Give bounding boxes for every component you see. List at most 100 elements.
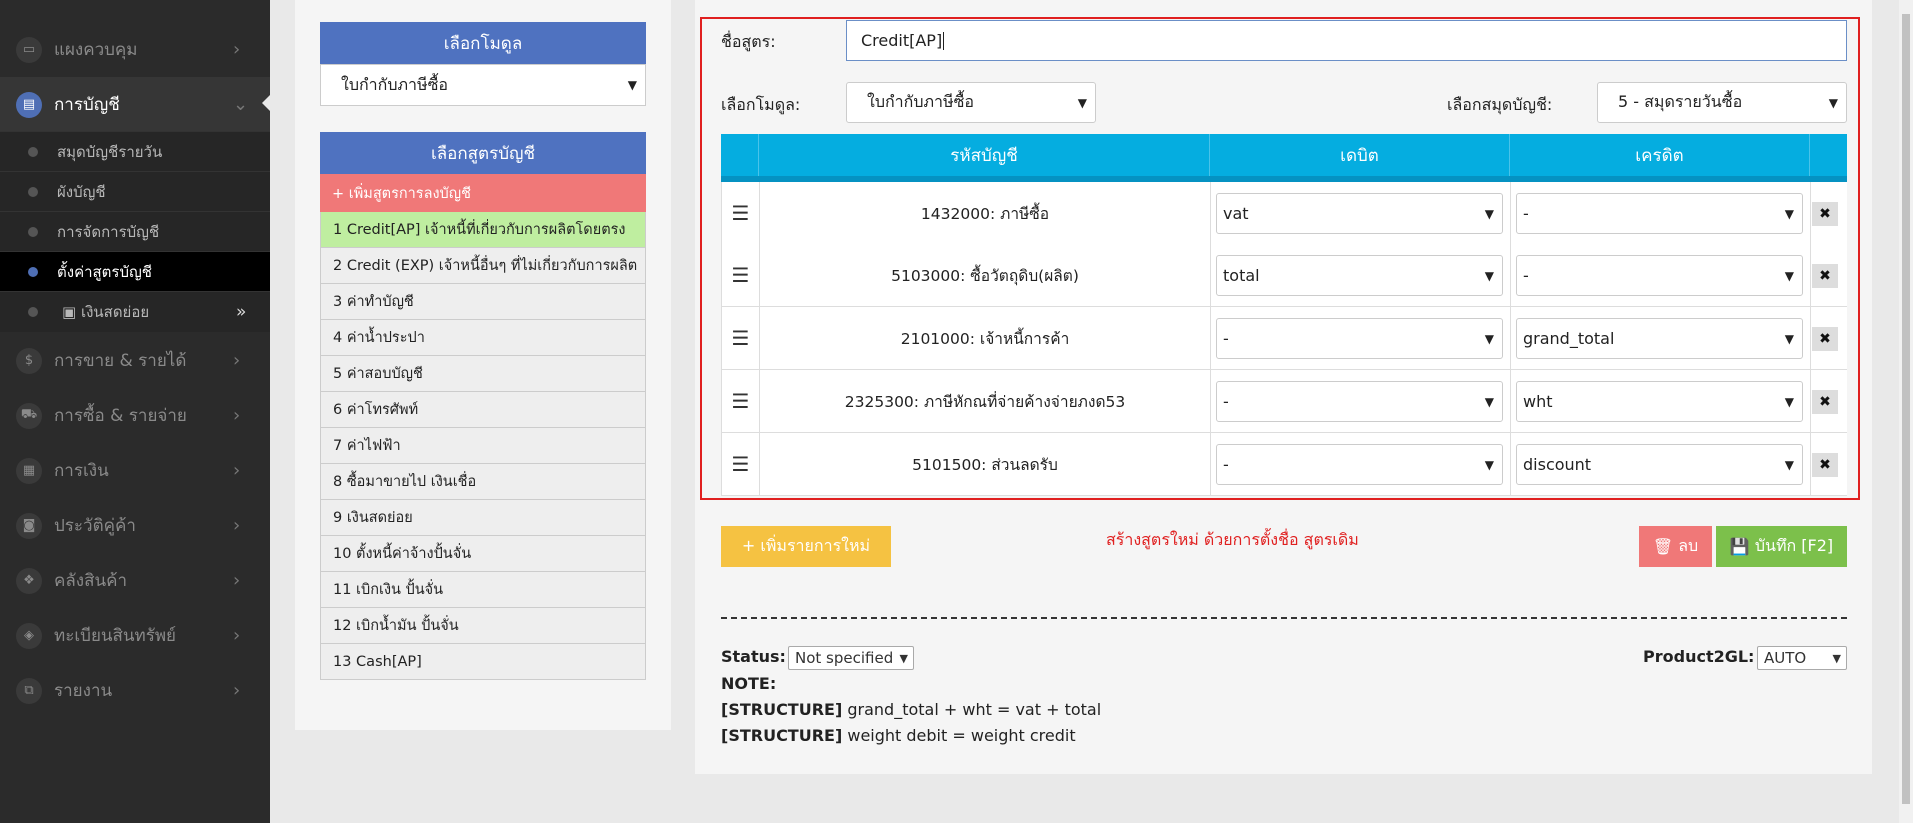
drag-handle-icon[interactable]: ☰ xyxy=(722,244,760,306)
sidebar-subitem-label: สมุดบัญชีรายวัน xyxy=(57,143,163,161)
formula-name-label: ชื่อสูตร: xyxy=(721,32,776,51)
sidebar-subitem-petty-cash[interactable]: ▣ เงินสดย่อย » xyxy=(0,291,270,332)
formula-item[interactable]: 10 ตั้งหนี้ค่าจ้างปั้นจั่น xyxy=(320,536,646,572)
journal-select[interactable]: 5 - สมุดรายวันซื้อ ▼ xyxy=(1597,82,1847,123)
formula-item[interactable]: 1 Credit[AP] เจ้าหนี้ที่เกี่ยวกับการผลิต… xyxy=(320,212,646,248)
formula-item[interactable]: 2 Credit (EXP) เจ้าหนี้อื่นๆ ที่ไม่เกี่ย… xyxy=(320,248,646,284)
debit-select[interactable]: total ▼ xyxy=(1216,255,1503,296)
debit-select[interactable]: - ▼ xyxy=(1216,318,1503,359)
page-scrollbar[interactable] xyxy=(1899,0,1913,823)
chevron-down-icon: ▼ xyxy=(899,651,908,665)
sidebar-item-finance[interactable]: ▦ การเงิน › xyxy=(0,443,270,498)
credit-select[interactable]: - ▼ xyxy=(1516,255,1803,296)
close-icon: ✖ xyxy=(1819,394,1831,410)
debit-select[interactable]: - ▼ xyxy=(1216,381,1503,422)
debit-select-value: - xyxy=(1223,329,1229,348)
sidebar-item-dashboard[interactable]: ▭ แผงควบคุม › xyxy=(0,22,270,77)
formula-item[interactable]: 13 Cash[AP] xyxy=(320,644,646,680)
credit-select-value: - xyxy=(1523,204,1529,223)
debit-select[interactable]: - ▼ xyxy=(1216,444,1503,485)
delete-button-label: ลบ xyxy=(1678,536,1699,555)
save-button-label: บันทึก [F2] xyxy=(1754,536,1834,555)
double-chevron-right-icon: » xyxy=(236,302,247,322)
credit-select[interactable]: wht ▼ xyxy=(1516,381,1803,422)
table-header: รหัสบัญชี เดบิต เครดิต xyxy=(721,134,1847,176)
save-button[interactable]: 💾 บันทึก [F2] xyxy=(1716,526,1847,567)
sidebar-item-sales[interactable]: $ การขาย & รายได้ › xyxy=(0,333,270,388)
formula-item[interactable]: 5 ค่าสอบบัญชี xyxy=(320,356,646,392)
table-row: ☰ 5101500: ส่วนลดรับ - ▼ discount ▼ ✖ xyxy=(721,433,1847,496)
drag-handle-icon[interactable]: ☰ xyxy=(722,182,760,244)
add-formula-button[interactable]: + เพิ่มสูตรการลงบัญชี xyxy=(320,174,646,212)
formula-item[interactable]: 3 ค่าทำบัญชี xyxy=(320,284,646,320)
trash-icon: 🗑 xyxy=(1652,537,1679,556)
formula-item[interactable]: 12 เบิกน้ำมัน ปั้นจั่น xyxy=(320,608,646,644)
product2gl-select[interactable]: AUTO ▼ xyxy=(1757,646,1847,670)
chevron-down-icon: ▼ xyxy=(627,78,637,92)
chevron-down-icon: ▼ xyxy=(1784,394,1794,409)
sidebar-item-accounting[interactable]: ▤ การบัญชี ⌄ xyxy=(0,77,270,132)
debit-select[interactable]: vat ▼ xyxy=(1216,193,1503,234)
bullet-icon xyxy=(28,227,38,237)
structure-tag: [STRUCTURE] xyxy=(721,700,843,719)
credit-select[interactable]: - ▼ xyxy=(1516,193,1803,234)
chevron-down-icon: ▼ xyxy=(1484,268,1494,283)
scrollbar-thumb[interactable] xyxy=(1902,14,1910,804)
chevron-down-icon: ▼ xyxy=(1784,457,1794,472)
delete-row-button[interactable]: ✖ xyxy=(1812,390,1838,414)
delete-row-button[interactable]: ✖ xyxy=(1812,264,1838,288)
contact-book-icon: ◙ xyxy=(16,512,42,539)
sidebar-subitem-label: ▣ เงินสดย่อย xyxy=(62,300,149,324)
delete-row-button[interactable]: ✖ xyxy=(1812,453,1838,477)
drag-handle-icon[interactable]: ☰ xyxy=(722,307,760,369)
sidebar-item-assets[interactable]: ◈ ทะเบียนสินทรัพย์ › xyxy=(0,608,270,663)
sidebar-subitem-chart-of-accounts[interactable]: ผังบัญชี xyxy=(0,171,270,212)
sidebar-item-label: แผงควบคุม xyxy=(54,40,138,60)
drag-handle-icon[interactable]: ☰ xyxy=(722,370,760,432)
debit-cell: vat ▼ xyxy=(1211,182,1511,244)
formula-item[interactable]: 11 เบิกเงิน ปั้นจั่น xyxy=(320,572,646,608)
bullet-icon xyxy=(28,187,38,197)
chevron-right-icon: › xyxy=(233,460,241,481)
account-cell: 1432000: ภาษีซื้อ xyxy=(760,182,1211,244)
sidebar-item-partners[interactable]: ◙ ประวัติคู่ค้า › xyxy=(0,498,270,553)
module-select[interactable]: ใบกำกับภาษีซื้อ ▼ xyxy=(320,64,646,106)
formula-item[interactable]: 4 ค่าน้ำประปา xyxy=(320,320,646,356)
drag-handle-icon[interactable]: ☰ xyxy=(722,433,760,495)
delete-row-button[interactable]: ✖ xyxy=(1812,202,1838,226)
status-select[interactable]: Not specified ▼ xyxy=(788,646,914,670)
formula-item[interactable]: 9 เงินสดย่อย xyxy=(320,500,646,536)
delete-button[interactable]: 🗑 ลบ xyxy=(1639,526,1712,567)
sidebar-item-reports[interactable]: ⧉ รายงาน › xyxy=(0,663,270,718)
module-header: เลือกโมดูล xyxy=(320,22,646,64)
sidebar-item-purchases[interactable]: ⛟ การซื้อ & รายจ่าย › xyxy=(0,388,270,443)
credit-select[interactable]: grand_total ▼ xyxy=(1516,318,1803,359)
table-header-handle xyxy=(721,134,759,176)
structure-line-2: [STRUCTURE] weight debit = weight credit xyxy=(721,726,1076,745)
chevron-right-icon: › xyxy=(233,570,241,591)
structure-tag: [STRUCTURE] xyxy=(721,726,843,745)
delete-row-button[interactable]: ✖ xyxy=(1812,327,1838,351)
formula-item[interactable]: 8 ซื้อมาขายไป เงินเชื่อ xyxy=(320,464,646,500)
formula-name-input[interactable]: Credit[AP] xyxy=(846,20,1847,61)
chevron-down-icon: ▼ xyxy=(1484,331,1494,346)
chevron-down-icon: ▼ xyxy=(1784,206,1794,221)
formula-item[interactable]: 7 ค่าไฟฟ้า xyxy=(320,428,646,464)
product2gl-select-value: AUTO xyxy=(1764,649,1807,667)
bullet-icon xyxy=(28,307,38,317)
sidebar-subitem-formula-settings[interactable]: ตั้งค่าสูตรบัญชี xyxy=(0,251,270,292)
credit-cell: discount ▼ xyxy=(1511,433,1811,495)
journal-label: เลือกสมุดบัญชี: xyxy=(1447,95,1553,114)
sidebar-item-inventory[interactable]: ❖ คลังสินค้า › xyxy=(0,553,270,608)
debit-cell: total ▼ xyxy=(1211,244,1511,306)
form-module-select[interactable]: ใบกำกับภาษีซื้อ ▼ xyxy=(846,82,1096,123)
structure-line-1: [STRUCTURE] grand_total + wht = vat + to… xyxy=(721,700,1101,719)
sidebar-item-label: คลังสินค้า xyxy=(54,571,128,591)
debit-select-value: total xyxy=(1223,266,1260,285)
formula-item[interactable]: 6 ค่าโทรศัพท์ xyxy=(320,392,646,428)
add-row-button[interactable]: + เพิ่มรายการใหม่ xyxy=(721,526,891,567)
credit-select[interactable]: discount ▼ xyxy=(1516,444,1803,485)
sidebar-subitem-daily-journal[interactable]: สมุดบัญชีรายวัน xyxy=(0,131,270,172)
chevron-right-icon: › xyxy=(233,680,241,701)
sidebar-subitem-account-management[interactable]: การจัดการบัญชี xyxy=(0,211,270,252)
